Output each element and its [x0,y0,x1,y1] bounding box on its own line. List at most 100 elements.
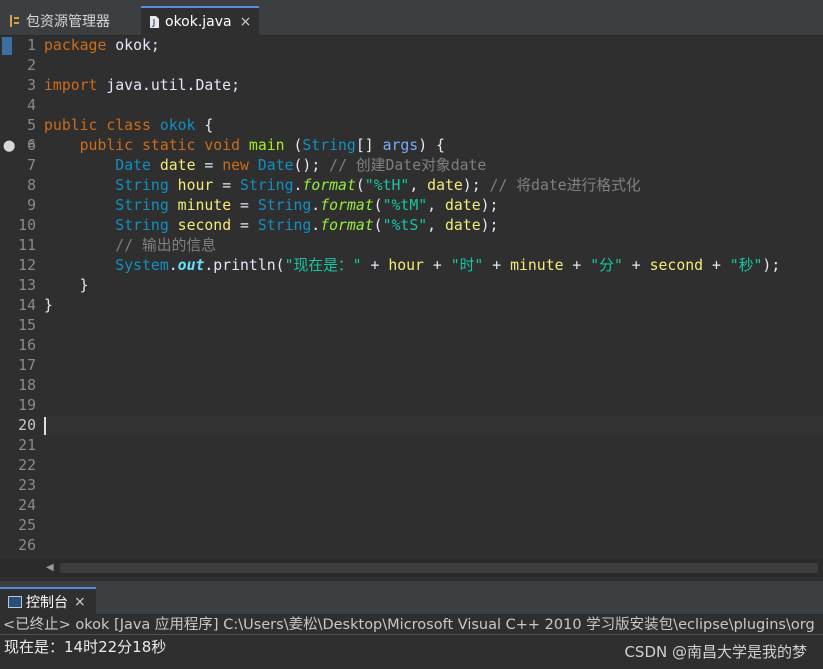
code-token: date [159,157,196,174]
code-line[interactable] [44,96,823,116]
code-text-area[interactable]: package okok; import java.util.Date; publi… [44,36,823,556]
console-icon [8,596,22,608]
code-line[interactable] [44,376,823,396]
code-line[interactable]: String minute = String.format("%tM", dat… [44,196,823,216]
code-token: "%tS" [382,217,428,234]
code-token: "时" [450,257,484,274]
code-line[interactable]: } [44,276,823,296]
code-token: + [423,257,451,274]
scrollbar-thumb[interactable] [60,563,818,573]
line-number: 23 [18,477,36,494]
code-line[interactable]: public class okok { [44,116,823,136]
code-line[interactable]: String second = String.format("%tS", dat… [44,216,823,236]
code-token: (); [293,157,330,174]
code-token: = [231,217,258,234]
code-token: format [320,197,374,214]
code-line[interactable]: import java.util.Date; [44,76,823,96]
code-line[interactable] [44,476,823,496]
annotation-ruler [0,36,14,559]
console-process-header: <已终止> okok [Java 应用程序] C:\Users\姜松\Deskt… [0,615,823,635]
code-token: = [213,177,241,194]
code-token: // 创建Date对象date [329,157,487,174]
code-token: format [320,217,374,234]
text-caret [44,417,46,435]
line-number-gutter: 1 2 3 4 5 6 7 8 9 10 11 12 13 14 15 16 17 18 19 20 21 22 23 24 2… [14,36,38,556]
code-token: args [382,137,419,154]
code-line[interactable] [44,516,823,536]
code-token: . [168,257,178,274]
line-number: 13 [18,277,36,294]
line-number: 6 [27,137,36,154]
code-line[interactable] [44,496,823,516]
code-token: } [44,297,53,314]
code-line[interactable]: } [44,296,823,316]
code-token: public class [44,117,151,134]
line-number: 26 [18,537,36,554]
code-line[interactable]: package okok; [44,36,823,56]
code-token: out [177,257,205,274]
code-token: okok [159,117,196,134]
line-number: 11 [18,237,36,254]
code-token: String [257,217,312,234]
scrollbar-corner [0,559,44,577]
line-number: 21 [18,437,36,454]
package-explorer-icon [8,13,22,29]
code-token: + [361,257,389,274]
code-token: } [44,277,89,294]
code-line[interactable] [44,56,823,76]
code-line[interactable]: String hour = String.format("%tH", date)… [44,176,823,196]
line-number: 10 [18,217,36,234]
tab-package-explorer[interactable]: 包资源管理器 [0,6,138,36]
code-line[interactable]: // 输出的信息 [44,236,823,256]
code-token: second [177,217,232,234]
code-token: . [311,197,321,214]
code-line[interactable]: Date date = new Date(); // 创建Date对象date [44,156,823,176]
code-editor[interactable]: ⬤ ⊖ 1 2 3 4 5 6 7 8 9 10 11 12 13 14 15 16 17 18 19 20 21 22 2… [0,36,823,559]
code-line[interactable] [44,456,823,476]
code-token: Date [257,157,294,174]
code-token: hour [388,257,424,274]
code-line[interactable]: public static void main (String[] args) … [44,136,823,156]
code-line[interactable]: System.out.println("现在是：" + hour + "时" +… [44,256,823,276]
code-line[interactable] [44,536,823,556]
code-token: ( [284,137,303,154]
code-token: "%tM" [382,197,428,214]
code-token: String [115,217,169,234]
code-token: String [115,197,169,214]
code-token: String [115,177,169,194]
code-token: main [248,137,285,154]
code-token: ); [480,217,499,234]
scroll-left-icon[interactable]: ◀ [46,562,54,573]
close-console-icon[interactable]: × [74,594,86,610]
code-line[interactable] [44,396,823,416]
code-token: .println( [204,257,285,274]
code-token: "分" [590,257,623,274]
line-number: 5 [27,117,36,134]
code-line[interactable] [44,416,823,436]
code-line[interactable] [44,316,823,336]
horizontal-scrollbar[interactable]: ◀ [44,559,823,577]
tab-console[interactable]: 控制台 × [0,587,96,615]
line-number: 19 [18,397,36,414]
code-token: . [311,217,321,234]
line-number: 8 [27,177,36,194]
code-token: ); [762,257,781,274]
code-line[interactable] [44,336,823,356]
line-number: 16 [18,337,36,354]
tab-okok-java[interactable]: okok.java × [141,6,259,36]
code-token: // 输出的信息 [115,237,216,254]
close-tab-icon[interactable]: × [240,14,252,30]
code-token: ( [373,217,383,234]
line-number: 9 [27,197,36,214]
code-line[interactable] [44,356,823,376]
code-token: ) { [418,137,445,154]
line-number: 1 [27,37,36,54]
code-token: + [703,257,730,274]
code-token: okok; [106,37,160,54]
code-token: java.util.Date; [97,77,240,94]
code-line[interactable] [44,436,823,456]
